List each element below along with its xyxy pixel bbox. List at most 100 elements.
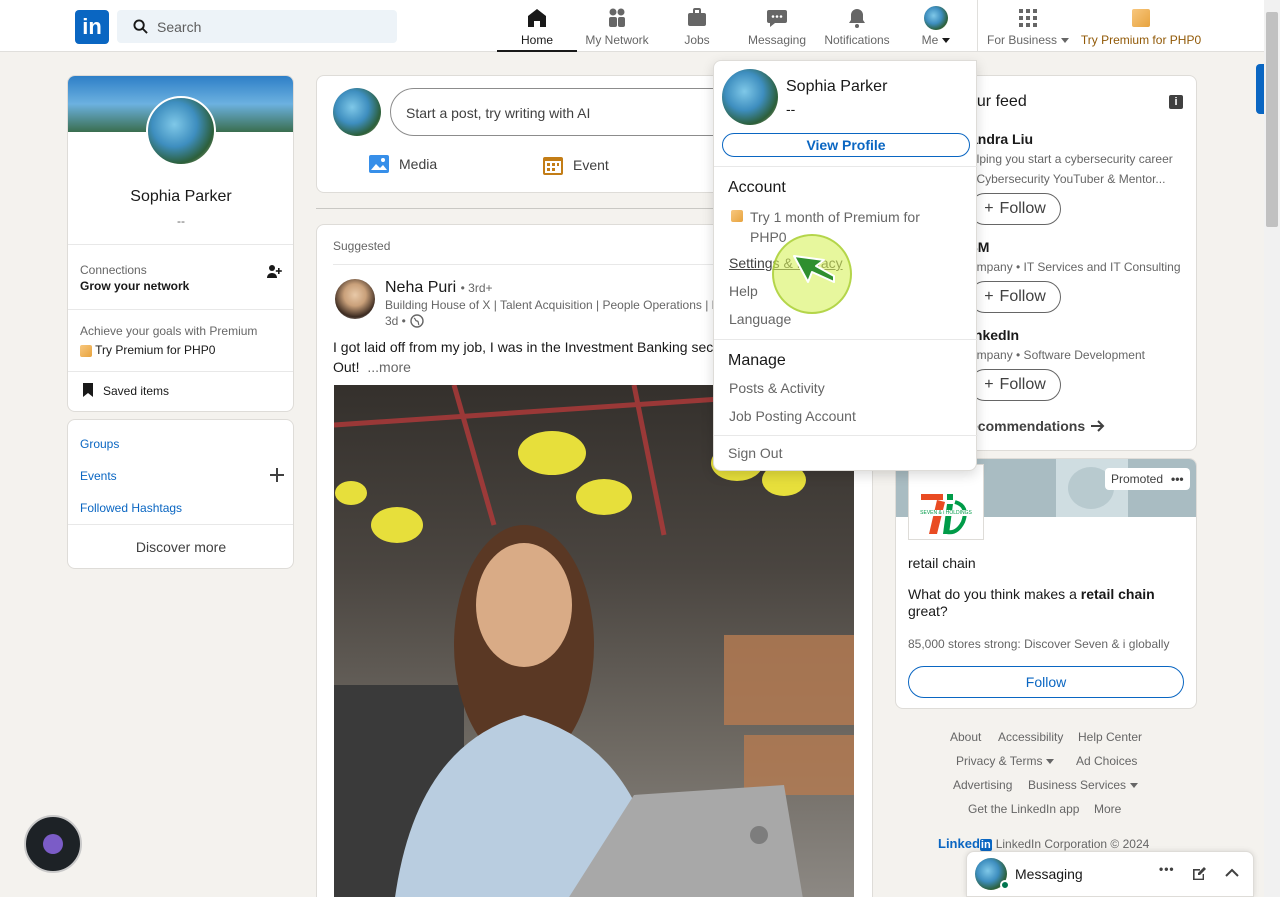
profile-avatar[interactable] bbox=[146, 96, 216, 166]
nav-try-premium[interactable]: Try Premium for PHP0 bbox=[1080, 6, 1202, 52]
footer-get-app[interactable]: Get the LinkedIn app bbox=[968, 802, 1079, 816]
chevron-up-icon[interactable] bbox=[1225, 868, 1239, 878]
nav-for-business-label: For Business bbox=[986, 33, 1058, 47]
chevron-down-icon bbox=[942, 38, 951, 44]
nav-home[interactable]: Home bbox=[497, 6, 577, 52]
media-button[interactable]: Media bbox=[369, 155, 437, 173]
nav-for-business[interactable]: For Business bbox=[986, 6, 1070, 52]
view-recommendations-link[interactable]: ecommendations bbox=[970, 418, 1105, 434]
divider bbox=[68, 524, 293, 525]
nav-my-network[interactable]: My Network bbox=[580, 6, 654, 52]
search-input[interactable]: Search bbox=[117, 10, 397, 43]
messaging-label[interactable]: Messaging bbox=[1015, 866, 1083, 882]
me-avatar bbox=[924, 6, 948, 30]
author-avatar[interactable] bbox=[335, 279, 375, 319]
follow-button[interactable]: + Follow bbox=[969, 281, 1061, 313]
add-connection-icon[interactable] bbox=[266, 264, 282, 280]
posts-activity-link[interactable]: Posts & Activity bbox=[729, 380, 825, 396]
nav-me-label: Me bbox=[921, 33, 939, 47]
composer-avatar[interactable] bbox=[333, 88, 381, 136]
globe-icon bbox=[410, 314, 424, 328]
scrollbar-thumb[interactable] bbox=[1266, 12, 1278, 227]
footer-more[interactable]: More bbox=[1094, 802, 1121, 816]
ad-logo-text: SEVEN & i HOLDINGS bbox=[920, 510, 972, 516]
more-options-icon[interactable]: ••• bbox=[1171, 472, 1184, 486]
divider bbox=[68, 309, 293, 310]
footer-about[interactable]: About bbox=[950, 730, 981, 744]
linkedin-wordmark: Linkedin bbox=[938, 836, 992, 851]
premium-icon bbox=[1132, 9, 1150, 27]
ad-follow-button[interactable]: Follow bbox=[908, 666, 1184, 698]
see-more-link[interactable]: ...more bbox=[367, 359, 411, 375]
menu-profile-headline: -- bbox=[786, 101, 796, 117]
nav-messaging[interactable]: Messaging bbox=[746, 6, 808, 52]
messaging-overlay[interactable]: Messaging ••• bbox=[966, 851, 1254, 897]
ad-company-logo[interactable]: SEVEN & i HOLDINGS bbox=[908, 464, 984, 540]
nav-me[interactable]: Me bbox=[916, 6, 956, 52]
compose-icon[interactable] bbox=[1191, 866, 1207, 882]
profile-name[interactable]: Sophia Parker bbox=[68, 188, 293, 206]
footer-ad-choices[interactable]: Ad Choices bbox=[1076, 754, 1137, 768]
discover-more-button[interactable]: Discover more bbox=[68, 539, 293, 555]
profile-card: Sophia Parker -- Connections Grow your n… bbox=[67, 75, 294, 412]
start-post-placeholder: Start a post, try writing with AI bbox=[406, 105, 591, 121]
footer-help-center[interactable]: Help Center bbox=[1078, 730, 1142, 744]
suggested-label: Suggested bbox=[333, 239, 391, 253]
profile-headline: -- bbox=[177, 214, 185, 228]
media-label: Media bbox=[399, 156, 438, 172]
followed-hashtags-link[interactable]: Followed Hashtags bbox=[80, 501, 182, 515]
help-link[interactable]: Help bbox=[729, 283, 758, 299]
divider bbox=[714, 435, 978, 436]
event-button[interactable]: Event bbox=[543, 155, 609, 175]
info-icon[interactable]: i bbox=[1169, 95, 1183, 109]
recommendations-label: ecommendations bbox=[970, 418, 1086, 434]
plus-icon: + bbox=[984, 200, 994, 217]
groups-link[interactable]: Groups bbox=[80, 437, 119, 451]
add-event-icon[interactable] bbox=[270, 468, 284, 482]
nav-jobs[interactable]: Jobs bbox=[672, 6, 722, 52]
footer-advertising[interactable]: Advertising bbox=[953, 778, 1012, 792]
connections-title[interactable]: Connections bbox=[80, 263, 147, 277]
divider bbox=[714, 339, 978, 340]
network-icon bbox=[580, 6, 654, 30]
plus-icon: + bbox=[984, 376, 994, 393]
footer-accessibility[interactable]: Accessibility bbox=[998, 730, 1063, 744]
divider bbox=[68, 244, 293, 245]
home-icon bbox=[497, 6, 577, 30]
events-link[interactable]: Events bbox=[80, 469, 117, 483]
author-row: Neha Puri • 3rd+ bbox=[385, 279, 493, 297]
assistant-bubble[interactable] bbox=[24, 815, 82, 873]
suggestion-name[interactable]: inkedIn bbox=[970, 327, 1019, 343]
premium-link[interactable]: Try Premium for PHP0 bbox=[80, 343, 215, 357]
online-status-dot bbox=[1000, 880, 1010, 890]
language-link[interactable]: Language bbox=[729, 311, 791, 327]
premium-promo-text: Achieve your goals with Premium bbox=[80, 324, 258, 338]
ad-headline[interactable]: retail chain bbox=[908, 555, 976, 571]
nav-notifications[interactable]: Notifications bbox=[820, 6, 894, 52]
ad-question-b: retail chain bbox=[1080, 586, 1155, 602]
footer-privacy-terms[interactable]: Privacy & Terms bbox=[956, 754, 1055, 768]
ad-question-a: What do you think makes a bbox=[908, 586, 1081, 602]
side-tab[interactable] bbox=[1256, 64, 1264, 114]
job-posting-account-link[interactable]: Job Posting Account bbox=[729, 408, 856, 424]
sign-out-link[interactable]: Sign Out bbox=[728, 445, 782, 461]
follow-button[interactable]: + Follow bbox=[969, 193, 1061, 225]
arrow-right-icon bbox=[1091, 420, 1105, 432]
menu-avatar[interactable] bbox=[722, 69, 778, 125]
connections-sub[interactable]: Grow your network bbox=[80, 279, 189, 293]
promoted-label[interactable]: Promoted ••• bbox=[1105, 468, 1190, 490]
view-profile-button[interactable]: View Profile bbox=[722, 133, 970, 157]
post-time-label: 3d • bbox=[385, 314, 406, 328]
ad-tagline: 85,000 stores strong: Discover Seven & i… bbox=[908, 637, 1170, 651]
footer-business-services[interactable]: Business Services bbox=[1028, 778, 1139, 792]
saved-items-link[interactable]: Saved items bbox=[103, 384, 169, 398]
in-badge: in bbox=[979, 839, 992, 851]
suggestion-name[interactable]: andra Liu bbox=[970, 131, 1033, 147]
page-scrollbar[interactable] bbox=[1264, 0, 1280, 897]
follow-button[interactable]: + Follow bbox=[969, 369, 1061, 401]
menu-profile-name[interactable]: Sophia Parker bbox=[786, 78, 887, 96]
follow-label: Follow bbox=[999, 200, 1046, 217]
author-name[interactable]: Neha Puri bbox=[385, 279, 456, 296]
more-options-icon[interactable]: ••• bbox=[1159, 862, 1175, 876]
linkedin-logo[interactable]: in bbox=[75, 10, 109, 44]
